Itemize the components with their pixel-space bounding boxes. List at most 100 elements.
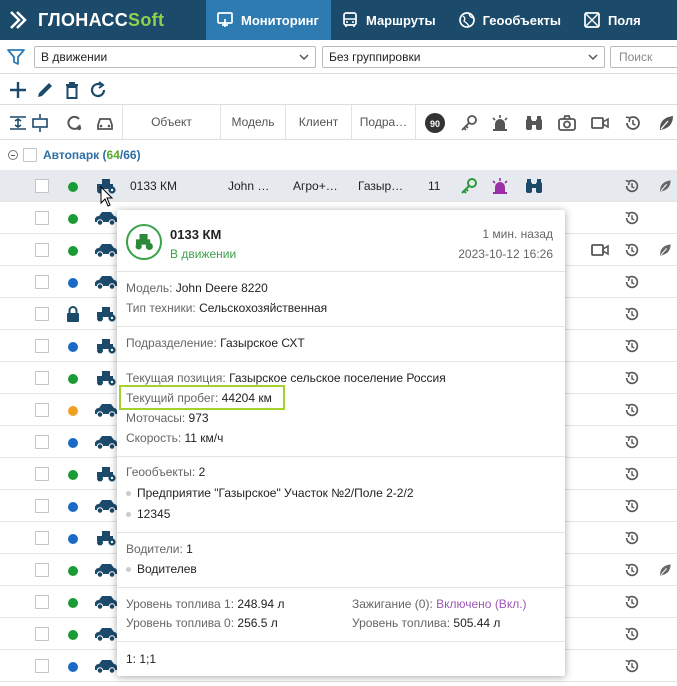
alarm-light-icon[interactable] xyxy=(490,113,510,133)
history-icon[interactable] xyxy=(623,337,641,355)
bullet-icon xyxy=(126,512,131,518)
geoobject-item[interactable]: Предприятие "Газырское" Участок №2/Поле … xyxy=(126,486,414,500)
row-checkbox[interactable] xyxy=(35,563,49,577)
speed-line: Скорость: 11 км/ч xyxy=(126,431,224,445)
column-model[interactable]: Модель xyxy=(220,105,285,139)
nav-fields[interactable]: Поля xyxy=(573,0,653,40)
collapse-rows-icon[interactable] xyxy=(30,113,50,133)
bus-icon xyxy=(343,12,357,27)
nav-monitoring[interactable]: Мониторинг xyxy=(206,0,331,40)
leaf-icon[interactable] xyxy=(656,113,676,133)
speed-limit-icon[interactable]: 90 xyxy=(424,112,446,134)
history-icon[interactable] xyxy=(623,497,641,515)
popup-status: В движении xyxy=(170,247,237,261)
speed-value: 11 км/ч xyxy=(184,431,224,445)
group-count-total: 66 xyxy=(123,148,137,162)
delete-trash-icon[interactable] xyxy=(62,80,82,100)
binoculars-icon[interactable] xyxy=(524,176,544,196)
video-camera-icon[interactable] xyxy=(590,113,610,133)
vehicle-column-icon[interactable] xyxy=(95,113,115,133)
history-icon[interactable] xyxy=(623,273,641,291)
status-dot xyxy=(68,630,78,640)
history-icon[interactable] xyxy=(623,177,641,195)
tractor-icon xyxy=(97,339,116,354)
row-checkbox[interactable] xyxy=(35,371,49,385)
history-icon[interactable] xyxy=(623,465,641,483)
row-checkbox[interactable] xyxy=(35,307,49,321)
row-checkbox[interactable] xyxy=(35,179,49,193)
nav-routes[interactable]: Маршруты xyxy=(331,0,448,40)
group-row[interactable]: Автопарк (64/66) xyxy=(0,140,677,170)
history-icon[interactable] xyxy=(623,113,643,133)
row-checkbox[interactable] xyxy=(35,243,49,257)
nav-monitoring-label: Мониторинг xyxy=(241,12,319,28)
leaf-icon[interactable] xyxy=(657,178,673,194)
history-icon[interactable] xyxy=(623,369,641,387)
ignition-key-icon[interactable] xyxy=(459,113,479,133)
row-checkbox[interactable] xyxy=(35,211,49,225)
column-object[interactable]: Объект xyxy=(122,105,220,139)
tractor-icon xyxy=(97,307,116,322)
alarm-light-icon[interactable] xyxy=(490,176,510,196)
status-dot xyxy=(68,342,78,352)
filter-funnel-icon[interactable] xyxy=(6,48,26,66)
search-input[interactable]: Поиск xyxy=(610,46,677,68)
leaf-icon[interactable] xyxy=(657,242,673,258)
row-checkbox[interactable] xyxy=(35,403,49,417)
expand-rows-icon[interactable] xyxy=(8,113,28,133)
history-icon[interactable] xyxy=(623,561,641,579)
group-name: Автопарк xyxy=(43,148,100,162)
history-icon[interactable] xyxy=(623,625,641,643)
group-collapse-toggle[interactable] xyxy=(8,150,18,160)
car-icon xyxy=(95,276,117,290)
history-icon[interactable] xyxy=(623,657,641,675)
row-checkbox[interactable] xyxy=(35,339,49,353)
column-client[interactable]: Клиент xyxy=(285,105,351,139)
leaf-icon[interactable] xyxy=(657,562,673,578)
driver-item[interactable]: Водителев xyxy=(126,562,197,576)
row-checkbox[interactable] xyxy=(35,275,49,289)
nav-geoobjects[interactable]: Геообъекты xyxy=(448,0,573,40)
binoculars-icon[interactable] xyxy=(524,113,544,133)
division-line: Подразделение: Газырское СХТ xyxy=(126,336,305,350)
row-checkbox[interactable] xyxy=(35,531,49,545)
ignition-line: Зажигание (0): Включено (Вкл.) xyxy=(352,597,527,611)
status-column-icon[interactable] xyxy=(64,113,84,133)
history-icon[interactable] xyxy=(623,593,641,611)
status-dot xyxy=(68,662,78,672)
car-icon xyxy=(95,244,117,258)
status-dot xyxy=(68,534,78,544)
history-icon[interactable] xyxy=(623,305,641,323)
nav-fields-label: Поля xyxy=(607,12,641,28)
row-checkbox[interactable] xyxy=(35,499,49,513)
column-division[interactable]: Подра… xyxy=(351,105,415,139)
camera-icon[interactable] xyxy=(557,113,577,133)
ignition-key-icon[interactable] xyxy=(459,176,479,196)
row-checkbox[interactable] xyxy=(35,435,49,449)
history-icon[interactable] xyxy=(623,529,641,547)
chevron-down-icon xyxy=(299,54,309,61)
brand-logo[interactable]: ГЛОНАСС Soft xyxy=(0,0,206,40)
refresh-icon[interactable] xyxy=(88,80,108,100)
bullet-icon xyxy=(126,567,131,573)
state-filter-select[interactable]: В движении xyxy=(34,46,316,68)
history-icon[interactable] xyxy=(623,433,641,451)
history-icon[interactable] xyxy=(623,241,641,259)
row-checkbox[interactable] xyxy=(35,659,49,673)
engine-hours-value: 973 xyxy=(188,411,209,425)
edit-pencil-icon[interactable] xyxy=(35,80,55,100)
add-icon[interactable] xyxy=(8,80,28,100)
grouping-select[interactable]: Без группировки xyxy=(322,46,605,68)
group-checkbox[interactable] xyxy=(23,148,37,162)
row-checkbox[interactable] xyxy=(35,595,49,609)
video-camera-icon[interactable] xyxy=(590,240,610,260)
history-icon[interactable] xyxy=(623,401,641,419)
tractor-icon xyxy=(97,531,116,546)
row-checkbox[interactable] xyxy=(35,627,49,641)
tractor-icon xyxy=(97,371,116,386)
history-icon[interactable] xyxy=(623,209,641,227)
table-header: Объект Модель Клиент Подра… 90 xyxy=(0,104,677,140)
row-checkbox[interactable] xyxy=(35,467,49,481)
geoobject-item[interactable]: 12345 xyxy=(126,507,170,521)
mileage-highlight-box xyxy=(119,385,285,410)
